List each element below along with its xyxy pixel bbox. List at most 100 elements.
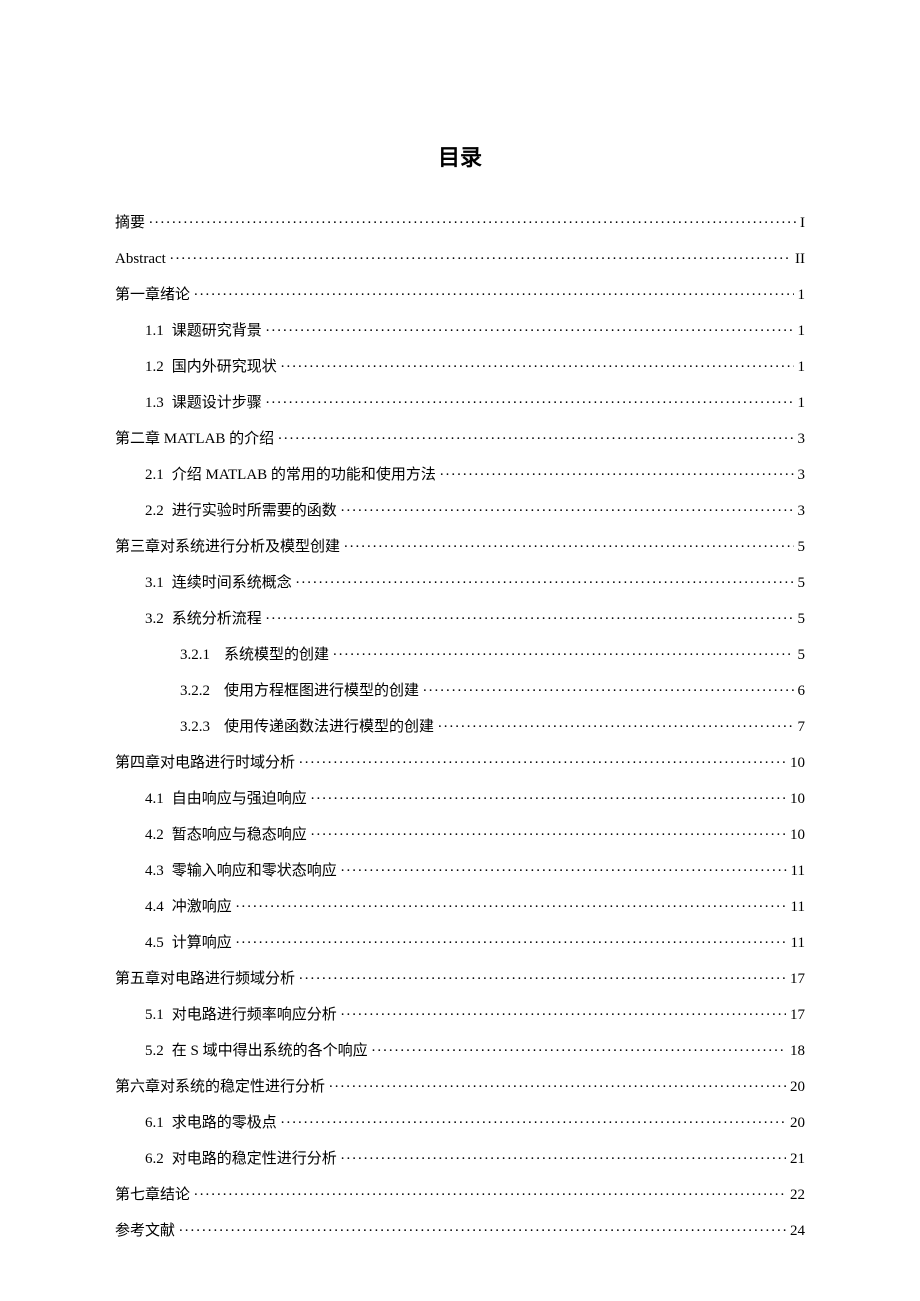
toc-page: 5 — [798, 612, 806, 627]
toc-number: 5.1 — [145, 1008, 164, 1023]
toc-entry[interactable]: 摘要I — [115, 212, 805, 231]
toc-entry[interactable]: 3.2.1系统模型的创建 5 — [115, 644, 805, 663]
toc-page: 17 — [790, 972, 805, 987]
toc-entry[interactable]: 4.5计算响应11 — [115, 932, 805, 951]
toc-entry[interactable]: 第一章绪论1 — [115, 284, 805, 303]
toc-text: 系统分析流程 — [172, 611, 262, 627]
toc-page: 10 — [790, 828, 805, 843]
toc-entry[interactable]: 3.1 连续时间系统概念 5 — [115, 572, 805, 591]
toc-label: 1.2国内外研究现状 — [145, 360, 277, 375]
toc-leader — [341, 1148, 786, 1163]
toc-leader — [299, 968, 786, 983]
toc-label: 参考文献 — [115, 1224, 175, 1239]
toc-entry[interactable]: 4.1自由响应与强迫响应 10 — [115, 788, 805, 807]
toc-entry[interactable]: 第四章对电路进行时域分析10 — [115, 752, 805, 771]
toc-page: 20 — [790, 1080, 805, 1095]
toc-leader — [341, 500, 794, 515]
toc-label: 3.2.3使用传递函数法进行模型的创建 — [180, 720, 434, 735]
toc-page: 3 — [798, 432, 806, 447]
toc-entry[interactable]: 3.2.2使用方程框图进行模型的创建6 — [115, 680, 805, 699]
toc-text: 课题研究背景 — [172, 323, 262, 339]
toc-text: 冲激响应 — [172, 899, 232, 915]
toc-entry[interactable]: 6.1求电路的零极点20 — [115, 1112, 805, 1131]
toc-entry[interactable]: 第七章结论22 — [115, 1184, 805, 1203]
toc-label: 4.2暂态响应与稳态响应 — [145, 828, 307, 843]
toc-label: 第三章对系统进行分析及模型创建 — [115, 540, 340, 555]
toc-entry[interactable]: 5.2在 S 域中得出系统的各个响应18 — [115, 1040, 805, 1059]
toc-label: 5.2在 S 域中得出系统的各个响应 — [145, 1044, 368, 1059]
toc-number: 3.2 — [145, 612, 164, 627]
toc-label: 第七章结论 — [115, 1188, 190, 1203]
toc-leader — [423, 680, 793, 695]
toc-text: 求电路的零极点 — [172, 1115, 277, 1131]
toc-label: 4.3零输入响应和零状态响应 — [145, 864, 337, 879]
toc-entry[interactable]: 参考文献24 — [115, 1220, 805, 1239]
toc-entry[interactable]: 2.2进行实验时所需要的函数3 — [115, 500, 805, 519]
toc-page: 5 — [798, 540, 806, 555]
toc-number: 2.2 — [145, 504, 164, 519]
toc-text: 连续时间系统概念 — [172, 575, 292, 591]
toc-number: 4.4 — [145, 900, 164, 915]
toc-number: 3.1 — [145, 576, 164, 591]
toc-leader — [311, 788, 786, 803]
toc-leader — [333, 644, 793, 659]
toc-page: 10 — [790, 792, 805, 807]
toc-page: 1 — [798, 324, 806, 339]
toc-entry[interactable]: AbstractII — [115, 248, 805, 267]
toc-leader — [296, 572, 794, 587]
toc-entry[interactable]: 4.4冲激响应11 — [115, 896, 805, 915]
toc-number: 4.5 — [145, 936, 164, 951]
toc-text: 课题设计步骤 — [172, 395, 262, 411]
toc-number: 1.3 — [145, 396, 164, 411]
toc-page: I — [800, 216, 805, 231]
toc-entry[interactable]: 2.1 介绍 MATLAB 的常用的功能和使用方法 3 — [115, 464, 805, 483]
toc-entry[interactable]: 3.2 系统分析流程 5 — [115, 608, 805, 627]
toc-number: 2.1 — [145, 468, 164, 483]
toc-page: 1 — [798, 360, 806, 375]
toc-number: 1.1 — [145, 324, 164, 339]
toc-text: 第三章对系统进行分析及模型创建 — [115, 539, 340, 555]
toc-text: 在 S 域中得出系统的各个响应 — [172, 1043, 368, 1059]
toc-text: 进行实验时所需要的函数 — [172, 503, 337, 519]
toc-text: 第二章 MATLAB 的介绍 — [115, 431, 274, 447]
toc-page: 6 — [798, 684, 806, 699]
toc-entry[interactable]: 第六章对系统的稳定性进行分析 20 — [115, 1076, 805, 1095]
toc-text: 零输入响应和零状态响应 — [172, 863, 337, 879]
toc-leader — [266, 392, 794, 407]
toc-entry[interactable]: 4.3零输入响应和零状态响应11 — [115, 860, 805, 879]
toc-text: 第六章对系统的稳定性进行分析 — [115, 1079, 325, 1095]
toc-label: 1.3 课题设计步骤 — [145, 396, 262, 411]
toc-entry[interactable]: 4.2暂态响应与稳态响应 10 — [115, 824, 805, 843]
toc-page: 5 — [798, 576, 806, 591]
toc-leader — [311, 824, 786, 839]
toc-leader — [329, 1076, 786, 1091]
toc-text: 介绍 MATLAB 的常用的功能和使用方法 — [172, 467, 436, 483]
toc-page: 7 — [798, 720, 806, 735]
toc-leader — [281, 356, 794, 371]
toc-entry[interactable]: 1.2国内外研究现状 1 — [115, 356, 805, 375]
toc-label: 第四章对电路进行时域分析 — [115, 756, 295, 771]
toc-entry[interactable]: 第三章对系统进行分析及模型创建 5 — [115, 536, 805, 555]
toc-page: 20 — [790, 1116, 805, 1131]
toc-text: 使用传递函数法进行模型的创建 — [224, 719, 434, 735]
toc-entry[interactable]: 3.2.3使用传递函数法进行模型的创建 7 — [115, 716, 805, 735]
toc-leader — [194, 1184, 786, 1199]
toc-label: Abstract — [115, 252, 166, 267]
toc-leader — [194, 284, 793, 299]
toc-entry[interactable]: 6.2对电路的稳定性进行分析21 — [115, 1148, 805, 1167]
toc-label: 4.1自由响应与强迫响应 — [145, 792, 307, 807]
toc-entry[interactable]: 第五章对电路进行频域分析17 — [115, 968, 805, 987]
toc-leader — [281, 1112, 786, 1127]
toc-label: 6.2对电路的稳定性进行分析 — [145, 1152, 337, 1167]
toc-leader — [236, 896, 787, 911]
toc-entry[interactable]: 1.3 课题设计步骤 1 — [115, 392, 805, 411]
toc-leader — [170, 248, 791, 263]
toc-entry[interactable]: 第二章 MATLAB 的介绍 3 — [115, 428, 805, 447]
toc-page: 3 — [798, 468, 806, 483]
toc-label: 3.2.1系统模型的创建 — [180, 648, 329, 663]
toc-page: 5 — [798, 648, 806, 663]
toc-entry[interactable]: 5.1对电路进行频率响应分析17 — [115, 1004, 805, 1023]
toc-page: 1 — [798, 396, 806, 411]
toc-text: 计算响应 — [172, 935, 232, 951]
toc-entry[interactable]: 1.1 课题研究背景 1 — [115, 320, 805, 339]
